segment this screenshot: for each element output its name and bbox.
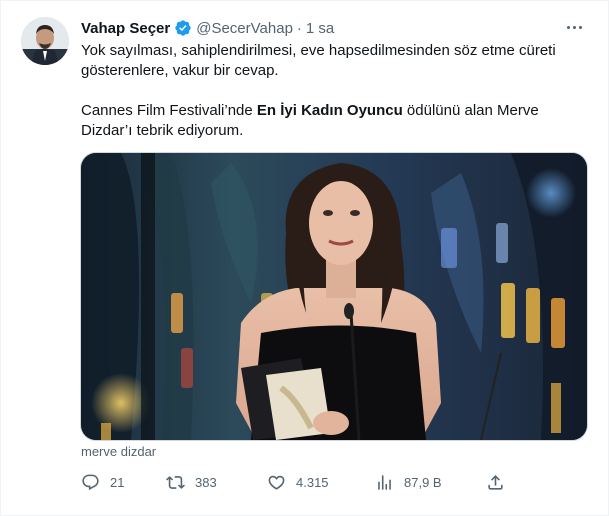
tweet-photo[interactable] (80, 152, 588, 441)
photo-image (81, 153, 587, 440)
views-chart-icon (378, 474, 391, 490)
tweet-text: Yok sayılması, sahiplendirilmesi, eve ha… (81, 41, 581, 141)
tweet-timestamp[interactable]: 1 sa (306, 20, 334, 37)
author-name[interactable]: Vahap Seçer (81, 20, 170, 37)
photo-credit[interactable]: merve dizdar (81, 444, 156, 459)
separator-dot: · (296, 19, 302, 37)
verified-badge-icon (175, 20, 191, 36)
tweet-text-bold: En İyi Kadın Oyuncu (256, 102, 403, 119)
share-icon (488, 474, 503, 490)
reply-count: 21 (110, 474, 125, 490)
views-count: 87,9 B (404, 474, 442, 490)
like-count: 4.315 (296, 474, 329, 490)
author-handle[interactable]: @SecerVahap (196, 20, 293, 37)
tweet-actions: 21 383 4.315 87,9 B (81, 471, 511, 493)
retweet-icon (166, 475, 185, 489)
tweet-header: Vahap Seçer @SecerVahap · 1 sa (81, 17, 588, 39)
views-button[interactable]: 87,9 B (375, 471, 442, 493)
retweet-count: 383 (195, 474, 217, 490)
tweet-text-line1: Yok sayılması, sahiplendirilmesi, eve ha… (81, 42, 556, 79)
more-options-icon[interactable] (564, 17, 584, 37)
share-button[interactable] (486, 471, 515, 493)
retweet-button[interactable]: 383 (166, 471, 217, 493)
tweet-card: Vahap Seçer @SecerVahap · 1 sa Yok sayıl… (0, 0, 609, 516)
tweet-text-line2: Cannes Film Festivali’nde En İyi Kadın O… (81, 101, 581, 141)
reply-button[interactable]: 21 (81, 471, 124, 493)
avatar[interactable] (21, 17, 69, 65)
tweet-text-line2-pre: Cannes Film Festivali’nde (81, 102, 257, 119)
like-button[interactable]: 4.315 (267, 471, 329, 493)
heart-icon (268, 475, 285, 490)
reply-icon (82, 474, 99, 490)
